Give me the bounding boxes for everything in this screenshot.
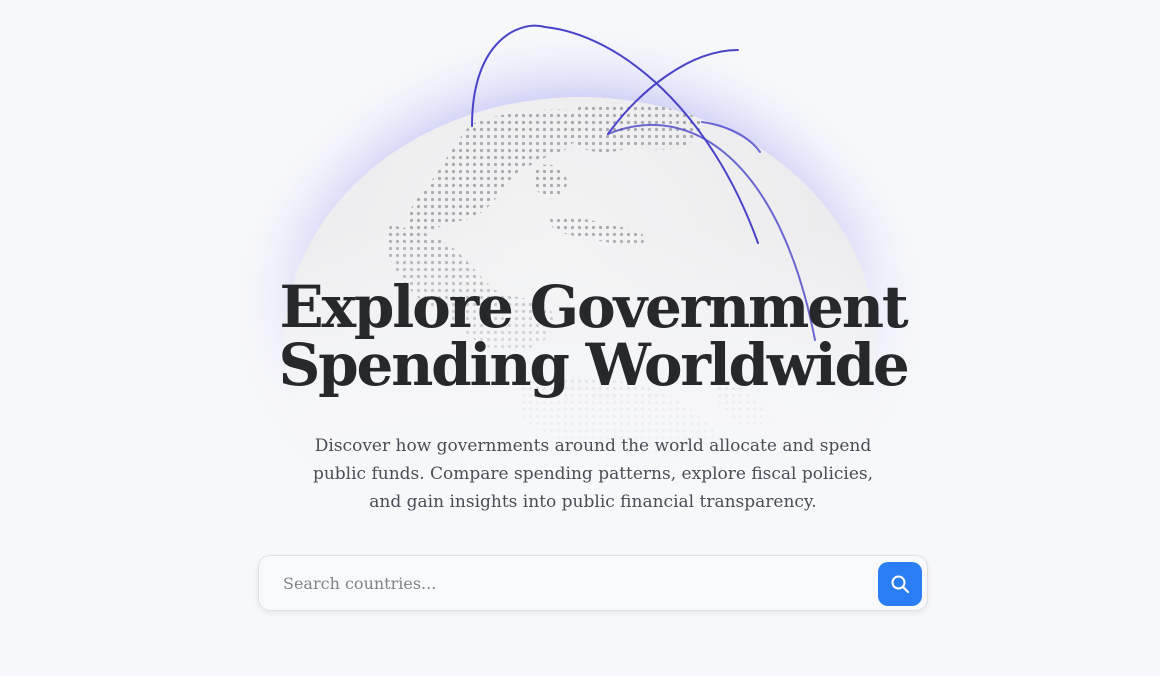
hero-description: Discover how governments around the worl… (312, 436, 874, 512)
globe-illustration (220, 0, 940, 610)
search-bar (258, 555, 928, 611)
search-input[interactable] (271, 562, 895, 604)
search-icon (891, 575, 910, 594)
hero-title-line-1: Explore Government (279, 273, 909, 341)
hero-title: Explore Government Spending Worldwide (230, 278, 956, 394)
search-button[interactable] (878, 562, 922, 606)
hero-title-line-2: Spending Worldwide (278, 331, 909, 399)
landing-page: Explore Government Spending Worldwide Di… (0, 0, 1160, 676)
